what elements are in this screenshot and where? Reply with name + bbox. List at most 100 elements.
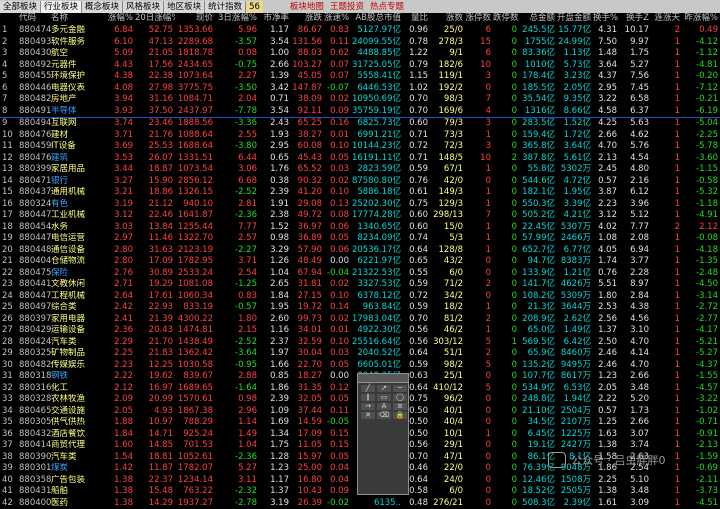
column-header[interactable]: 开盘金额 [557, 13, 593, 25]
tab-industry-sectors[interactable]: 行业板块 [41, 1, 82, 13]
table-row[interactable]: 18880454水务3.0313.841255.447.771.5236.970… [0, 222, 720, 234]
table-row[interactable]: 24880447工程机械2.6417.611060.340.831.8427.1… [0, 291, 720, 303]
table-row[interactable]: 2880493软件服务6.1047.132289.68-3.573.54131.… [0, 37, 720, 49]
erase-tool-icon[interactable]: ⌫ [377, 412, 391, 419]
table-cell: 35759.19亿 [351, 106, 403, 118]
column-header[interactable]: 涨停数 [465, 13, 493, 25]
table-row[interactable]: 14880471银行3.2715.902856.126.680.3890.320… [0, 176, 720, 188]
table-cell: 0 [493, 233, 519, 245]
table-row[interactable]: 7880482房地产3.9431.161084.712.040.7138.090… [0, 94, 720, 106]
rect-tool-icon[interactable]: ▭ [377, 394, 391, 401]
table-cell: 1 [465, 233, 493, 245]
tab-all-sectors[interactable]: 全部板块 [0, 1, 41, 13]
tab-concept-sectors[interactable]: 概念板块 [82, 1, 123, 13]
tab-style-sectors[interactable]: 风格板块 [123, 1, 164, 13]
column-header[interactable]: 涨幅% [103, 13, 135, 25]
column-header[interactable]: 跌停数 [493, 13, 519, 25]
table-cell: 4922.30亿 [351, 325, 403, 337]
table-row[interactable]: 27880429运输设备2.3620.431474.812.151.1634.0… [0, 325, 720, 337]
table-row[interactable]: 4880492元器件4.4317.562434.65-0.752.66103.2… [0, 60, 720, 72]
table-row[interactable]: 29880325矿物制品2.2521.831362.42-3.641.9730.… [0, 348, 720, 360]
column-header[interactable]: 涨速% [324, 13, 351, 25]
table-row[interactable]: 19880447电信运营2.9711.461322.702.570.9836.8… [0, 233, 720, 245]
table-row[interactable]: 25880497综合类2.4222.93833.19-0.571.9519.72… [0, 302, 720, 314]
column-header[interactable]: 市净率 [259, 13, 291, 25]
table-row[interactable]: 17880447工业机械3.1222.461641.87-2.362.3849.… [0, 210, 720, 222]
parallel-tool-icon[interactable]: ∥ [361, 394, 375, 401]
table-row[interactable]: 42880400医药1.3814.291937.27-2.783.1926.39… [0, 498, 720, 509]
table-cell: 1.17 [259, 25, 291, 37]
table-cell: 2.54 [215, 268, 259, 280]
table-cell: 27.98 [135, 83, 175, 95]
tab-sector-map[interactable]: 板块地图 [287, 1, 327, 13]
column-header[interactable]: 20日涨幅% [135, 13, 175, 25]
column-header[interactable]: 量比 [403, 13, 430, 25]
table-cell: 7.77 [215, 222, 259, 234]
table-cell: 5.10 [619, 475, 651, 487]
tab-region-sectors[interactable]: 地区板块 [164, 1, 205, 13]
gann-tool-icon[interactable]: ✕ [361, 412, 375, 419]
column-header[interactable]: 现价 [175, 13, 215, 25]
fib-tool-icon[interactable]: ≡ [393, 403, 407, 410]
table-cell: 1 [465, 325, 493, 337]
table-cell: 2.84 [619, 291, 651, 303]
text-tool-icon[interactable]: A [377, 403, 391, 410]
table-row[interactable]: 1880474多元金融6.8452.751353.665.961.1786.67… [0, 25, 720, 37]
column-header[interactable]: 涨跌 [291, 13, 324, 25]
drawing-tools-palette[interactable]: ╱↗─ ∥▭◯ →A≡ ✕⌫🔒 [357, 373, 409, 495]
table-row[interactable]: 16880324有色3.1921.12940.102.811.9129.080.… [0, 199, 720, 211]
column-header[interactable]: 代码 [19, 13, 51, 25]
table-row[interactable]: 10880476建材3.7121.761088.642.551.9338.270… [0, 130, 720, 142]
table-cell: 22.45亿 [519, 222, 557, 234]
palette-title-bar[interactable] [358, 374, 408, 383]
arrow-tool-icon[interactable]: → [361, 403, 375, 410]
table-row[interactable]: 13880399家居用品3.4418.871073.543.061.7665.5… [0, 164, 720, 176]
table-row[interactable]: 11880459IT设备3.6925.531688.64-3.802.9560.… [0, 141, 720, 153]
tab-theme-investing[interactable]: 王题投资 [327, 1, 367, 13]
tab-hot-topics[interactable]: 热点专题 [367, 1, 407, 13]
table-cell: 3.74 [103, 118, 135, 130]
column-header[interactable]: 3日涨幅% [215, 13, 259, 25]
table-cell: 0 [465, 291, 493, 303]
table-cell: 298/13 [430, 210, 465, 222]
ellipse-tool-icon[interactable]: ◯ [393, 394, 407, 401]
table-row[interactable]: 8880491半导体3.9337.502437.97-7.783.5492.11… [0, 106, 720, 118]
column-header[interactable]: 连涨天 [651, 13, 682, 25]
column-header[interactable]: 涨数 [430, 13, 465, 25]
table-cell: 0 [493, 210, 519, 222]
table-row[interactable]: 28880424汽车类2.2921.701438.49-2.522.3732.5… [0, 337, 720, 349]
column-header[interactable]: 名称 [51, 13, 103, 25]
table-row[interactable]: 6880446电器仪表4.0827.983775.75-3.503.42147.… [0, 83, 720, 95]
column-header[interactable]: AB股总市值 [351, 13, 403, 25]
line-tool-icon[interactable]: ╱ [361, 385, 375, 392]
table-cell: 1.52亿 [557, 118, 593, 130]
table-row[interactable]: 21880404仓储物流2.8017.091782.953.711.2648.4… [0, 256, 720, 268]
column-header[interactable]: 换手Z [619, 13, 651, 25]
table-row[interactable]: 9880494互联网3.7423.461888.56-3.362.4365.25… [0, 118, 720, 130]
table-row[interactable]: 26880397家用电器2.4121.394300.221.802.6099.7… [0, 314, 720, 326]
ray-tool-icon[interactable]: ↗ [377, 385, 391, 392]
table-cell: 1.28 [259, 452, 291, 464]
segment-tool-icon[interactable]: ─ [393, 385, 407, 392]
table-row[interactable]: 12880476建筑3.5326.071331.516.440.6545.430… [0, 153, 720, 165]
table-cell: 0.98 [215, 394, 259, 406]
table-cell: 17 [0, 210, 19, 222]
column-header[interactable]: 昨涨幅% [682, 13, 720, 25]
column-header[interactable]: 换手% [593, 13, 619, 25]
column-header[interactable]: 总金额 [519, 13, 557, 25]
table-cell: 149/3 [430, 187, 465, 199]
table-cell: 0.71 [259, 94, 291, 106]
table-row[interactable]: 3880430航空5.0921.051818.780.081.0088.030.… [0, 48, 720, 60]
table-row[interactable]: 22880475保险2.7630.892533.242.541.0467.94-… [0, 268, 720, 280]
table-row[interactable]: 23880441文教休闲2.7119.291081.08-1.252.6531.… [0, 279, 720, 291]
table-row[interactable]: 20880448通信设备2.8031.632123.19-2.273.2957.… [0, 245, 720, 257]
lock-tool-icon[interactable]: 🔒 [393, 412, 407, 419]
table-cell: 15.77亿 [557, 25, 593, 37]
table-cell: 880494 [19, 118, 51, 130]
table-cell: -1.64 [215, 383, 259, 395]
tab-stat-index[interactable]: 统计指数 [205, 1, 246, 13]
table-row[interactable]: 15880437通用机械3.2118.861326.15-2.522.3941.… [0, 187, 720, 199]
table-cell: 5 [0, 71, 19, 83]
table-row[interactable]: 5880455环境保护4.3822.381073.642.271.3945.05… [0, 71, 720, 83]
table-row[interactable]: 30880482传媒娱乐2.2312.251030.58-0.951.6622.… [0, 360, 720, 372]
